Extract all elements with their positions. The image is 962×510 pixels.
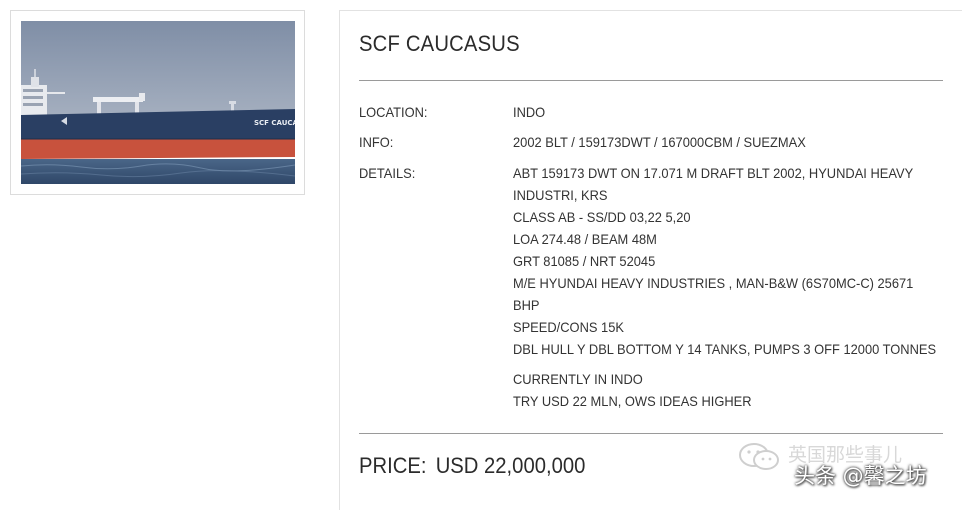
- details-line: CURRENTLY IN INDO: [513, 371, 643, 387]
- wechat-icon: [739, 443, 779, 470]
- vessel-photo[interactable]: SCF CAUCASUS: [21, 21, 295, 184]
- details-line: ABT 159173 DWT ON 17.071 M DRAFT BLT 200…: [513, 165, 914, 181]
- info-value: 2002 BLT / 159173DWT / 167000CBM / SUEZM…: [513, 134, 806, 150]
- details-line: LOA 274.48 / BEAM 48M: [513, 231, 657, 247]
- details-line: TRY USD 22 MLN, OWS IDEAS HIGHER: [513, 393, 752, 409]
- price-divider: [359, 433, 943, 434]
- watermark: 英国那些事儿 头条 @馨之坊: [738, 438, 958, 494]
- hull-name-marking: SCF CAUCASUS: [254, 119, 295, 127]
- details-line: GRT 81085 / NRT 52045: [513, 253, 656, 269]
- location-label: LOCATION:: [359, 104, 428, 120]
- title-divider: [359, 80, 943, 81]
- details-line: CLASS AB - SS/DD 03,22 5,20: [513, 209, 691, 225]
- price-label: PRICE:: [359, 453, 427, 478]
- details-line: BHP: [513, 297, 540, 313]
- info-label: INFO:: [359, 134, 394, 150]
- details-line: INDUSTRI, KRS: [513, 187, 608, 203]
- watermark-line2: 头条 @馨之坊: [794, 464, 927, 488]
- details-line: DBL HULL Y DBL BOTTOM Y 14 TANKS, PUMPS …: [513, 341, 937, 357]
- details-line: SPEED/CONS 15K: [513, 319, 624, 335]
- price-value: USD 22,000,000: [435, 453, 586, 478]
- location-value: INDO: [513, 104, 546, 120]
- details-text: ABT 159173 DWT ON 17.071 M DRAFT BLT 200…: [513, 162, 955, 412]
- vessel-detail-panel: SCF CAUCASUS LOCATION: INDO INFO: 2002 B…: [339, 10, 962, 510]
- details-label: DETAILS:: [359, 165, 416, 181]
- vessel-photo-card[interactable]: SCF CAUCASUS: [10, 10, 305, 195]
- details-line: M/E HYUNDAI HEAVY INDUSTRIES , MAN-B&W (…: [513, 275, 914, 291]
- price-row: PRICE: USD 22,000,000: [359, 453, 585, 479]
- vessel-title: SCF CAUCASUS: [359, 31, 520, 56]
